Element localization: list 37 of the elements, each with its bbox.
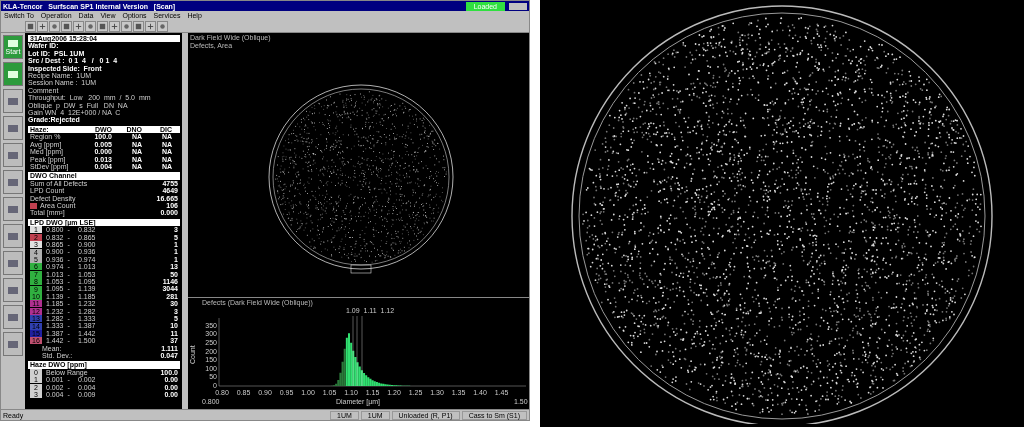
vertical-scrollbar[interactable] [182,33,188,409]
tool-icon [7,312,19,322]
tool-icon [7,123,19,133]
toolbar-icon[interactable] [49,20,60,32]
toolbar-icon[interactable] [121,20,132,32]
tool-icon [7,339,19,349]
side-tool-tile[interactable] [3,278,23,302]
toolbar-icon[interactable] [37,20,48,32]
side-tool-tile[interactable] [3,62,23,86]
side-tool-tile[interactable] [3,305,23,329]
tool-icon [7,39,19,48]
toolbar-icon[interactable] [145,20,156,32]
side-tool-tile[interactable] [3,197,23,221]
tool-icon [7,96,19,106]
tool-icon [7,69,19,79]
side-tool-tile[interactable] [3,332,23,356]
toolbar-icon[interactable] [73,20,84,32]
toolbar-icon[interactable] [109,20,120,32]
side-tool-tile[interactable] [3,251,23,275]
tool-icon [7,231,19,241]
toolbar-icon[interactable] [25,20,36,32]
window-controls-icon[interactable] [509,2,527,10]
side-tool-tile[interactable] [3,116,23,140]
tool-icon [7,258,19,268]
tool-icon [7,204,19,214]
tool-icon [7,150,19,160]
toolbar-icon[interactable] [61,20,72,32]
toolbar-icon[interactable] [157,20,168,32]
toolbar-icon[interactable] [133,20,144,32]
tool-icon [7,177,19,187]
side-tool-tile[interactable] [3,224,23,248]
side-tool-tile[interactable] [3,170,23,194]
side-tool-tile[interactable] [3,143,23,167]
tool-icon [7,285,19,295]
toolbar-icon[interactable] [85,20,96,32]
toolbar-icon[interactable] [97,20,108,32]
side-tool-tile[interactable] [3,89,23,113]
